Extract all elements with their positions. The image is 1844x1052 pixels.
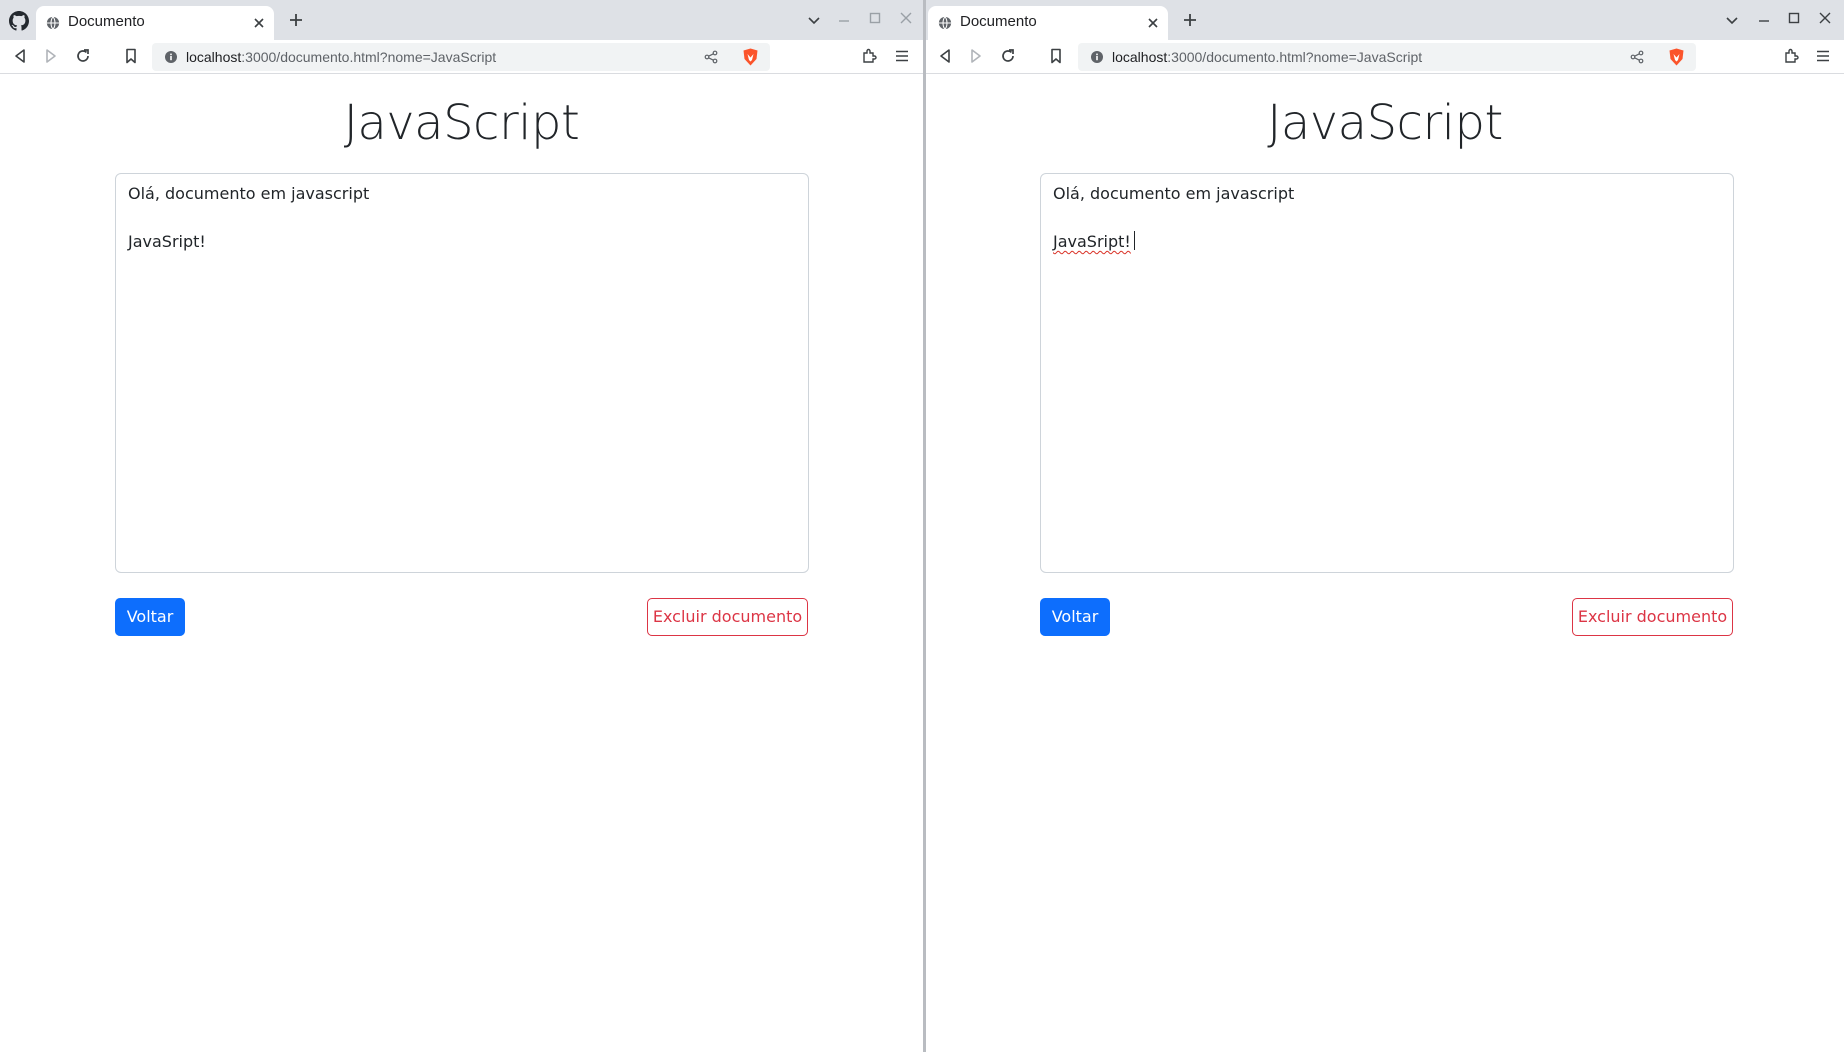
browser-window-left: Documento localhost:3000/documento.html?…	[0, 0, 923, 1052]
text-caret	[1133, 231, 1135, 250]
window-close-icon[interactable]	[1817, 10, 1833, 26]
extensions-icon[interactable]	[1782, 47, 1800, 65]
delete-document-button[interactable]: Excluir documento	[647, 598, 808, 636]
tab-title: Documento	[960, 13, 1037, 30]
menu-icon[interactable]	[893, 47, 911, 65]
url-host: localhost	[186, 49, 242, 65]
document-textarea[interactable]: Olá, documento em javascript JavaSript!	[1040, 173, 1734, 573]
minimize-icon[interactable]	[1756, 12, 1772, 28]
globe-icon	[46, 16, 60, 30]
menu-icon[interactable]	[1814, 47, 1832, 65]
globe-icon	[938, 16, 952, 30]
tab-search-icon[interactable]	[1724, 12, 1740, 28]
extensions-icon[interactable]	[860, 47, 878, 65]
brave-shield-icon[interactable]	[1668, 48, 1685, 66]
editor-line-active: JavaSript!	[1053, 230, 1721, 254]
reload-icon[interactable]	[999, 47, 1017, 65]
close-icon[interactable]	[1146, 16, 1160, 30]
page-content: JavaScript Olá, documento em javascript …	[926, 75, 1844, 1052]
url-path: :3000/documento.html?nome=JavaScript	[1167, 49, 1423, 65]
back-button[interactable]: Voltar	[1040, 598, 1110, 636]
info-icon[interactable]	[165, 51, 177, 63]
address-bar[interactable]: localhost:3000/documento.html?nome=JavaS…	[152, 43, 770, 71]
back-icon[interactable]	[11, 47, 29, 65]
minimize-icon[interactable]	[836, 12, 852, 28]
editor-line: JavaSript!	[128, 232, 206, 251]
page-content: JavaScript Olá, documento em javascript …	[0, 75, 923, 1052]
screen: Documento localhost:3000/documento.html?…	[0, 0, 1844, 1052]
editor-line: Olá, documento em javascript	[1053, 184, 1295, 203]
tab-documento[interactable]: Documento	[36, 6, 274, 40]
url-text[interactable]: localhost:3000/documento.html?nome=JavaS…	[1112, 48, 1422, 66]
browser-window-right: Documento localhost:3000/documento.html?…	[926, 0, 1844, 1052]
tab-documento[interactable]: Documento	[928, 6, 1168, 40]
url-path: :3000/documento.html?nome=JavaScript	[241, 49, 497, 65]
url-host: localhost	[1112, 49, 1168, 65]
toolbar: localhost:3000/documento.html?nome=JavaS…	[0, 40, 923, 74]
toolbar: localhost:3000/documento.html?nome=JavaS…	[926, 40, 1844, 74]
maximize-icon[interactable]	[867, 10, 883, 26]
forward-icon[interactable]	[42, 47, 60, 65]
tab-search-icon[interactable]	[806, 12, 822, 28]
back-icon[interactable]	[936, 47, 954, 65]
tab-strip: Documento	[0, 0, 923, 40]
share-icon[interactable]	[1630, 50, 1644, 64]
misspelled-word: JavaSript!	[1053, 232, 1131, 251]
brave-shield-icon[interactable]	[742, 48, 759, 66]
forward-icon[interactable]	[967, 47, 985, 65]
back-button[interactable]: Voltar	[115, 598, 185, 636]
url-text[interactable]: localhost:3000/documento.html?nome=JavaS…	[186, 48, 496, 66]
github-icon[interactable]	[9, 11, 29, 31]
info-icon[interactable]	[1091, 51, 1103, 63]
window-close-icon[interactable]	[898, 10, 914, 26]
document-textarea[interactable]: Olá, documento em javascript JavaSript!	[115, 173, 809, 573]
address-bar[interactable]: localhost:3000/documento.html?nome=JavaS…	[1078, 43, 1696, 71]
bookmark-icon[interactable]	[122, 47, 140, 65]
reload-icon[interactable]	[74, 47, 92, 65]
tab-strip: Documento	[926, 0, 1844, 40]
maximize-icon[interactable]	[1786, 10, 1802, 26]
delete-document-button[interactable]: Excluir documento	[1572, 598, 1733, 636]
document-title: JavaScript	[1267, 95, 1503, 151]
document-title: JavaScript	[343, 95, 580, 151]
new-tab-icon[interactable]	[288, 12, 304, 28]
bookmark-icon[interactable]	[1047, 47, 1065, 65]
close-icon[interactable]	[252, 16, 266, 30]
editor-line: Olá, documento em javascript	[128, 184, 370, 203]
new-tab-icon[interactable]	[1182, 12, 1198, 28]
share-icon[interactable]	[704, 50, 718, 64]
tab-title: Documento	[68, 13, 145, 30]
